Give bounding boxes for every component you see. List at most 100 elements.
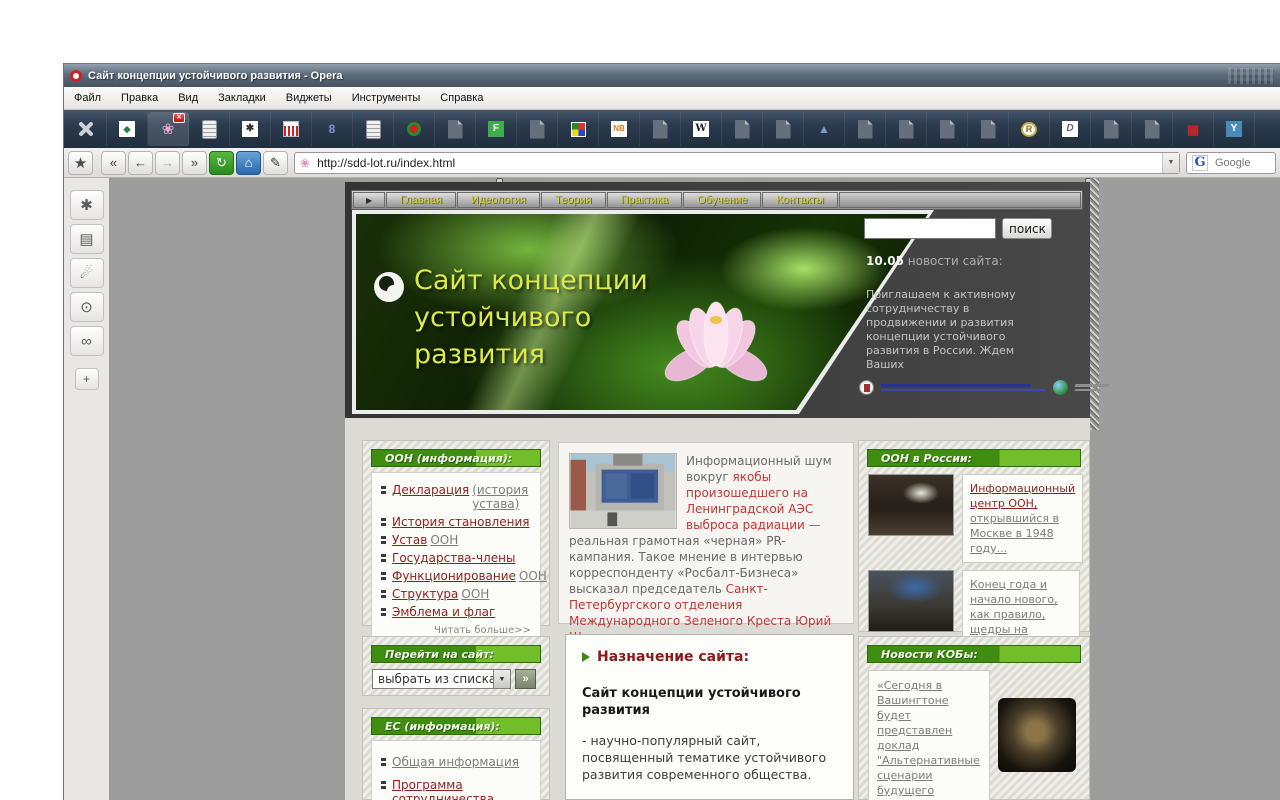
triangle-logo-icon[interactable]: ▲: [804, 112, 845, 146]
purpose-paragraph-1: - научно-популярный сайт, посвященный те…: [582, 732, 837, 783]
partner-logos: [859, 380, 1109, 395]
un-russia-header: ООН в России:: [867, 449, 1081, 467]
address-bar[interactable]: ❀ ▼: [294, 152, 1180, 174]
link-structure[interactable]: СтруктураООН: [381, 587, 531, 601]
link-charter[interactable]: УставООН: [381, 533, 531, 547]
blank-page-icon[interactable]: [927, 112, 968, 146]
partner-text-logo[interactable]: [881, 384, 1046, 391]
tab-ideology[interactable]: Идеология: [457, 192, 540, 208]
blank-page-icon[interactable]: [435, 112, 476, 146]
rewind-button[interactable]: «: [101, 151, 126, 175]
nb-logo-icon[interactable]: NB: [599, 112, 640, 146]
site-news-heading: 10.05 новости сайта:: [866, 254, 1003, 268]
navigation-bar: ★ « ← → » ↻ ⌂ ✎ ❀ ▼ G: [64, 148, 1280, 178]
link-functioning[interactable]: ФункционированиеООН: [381, 569, 531, 583]
person-logo-icon[interactable]: Y: [1214, 112, 1255, 146]
bookmarks-star-button[interactable]: ★: [68, 151, 93, 175]
link-eu-general[interactable]: Общая информация: [381, 755, 531, 769]
fast-forward-button[interactable]: »: [182, 151, 207, 175]
nav-arrow-tab[interactable]: ▶: [353, 192, 385, 208]
color-squares-icon[interactable]: [558, 112, 599, 146]
home-button[interactable]: ⌂: [236, 151, 261, 175]
site-purpose-panel: Назначение сайта: Сайт концепции устойчи…: [565, 634, 854, 800]
r-coin-icon[interactable]: R: [1009, 112, 1050, 146]
menu-widgets[interactable]: Виджеты: [276, 87, 342, 109]
news-photo-npp[interactable]: [569, 453, 677, 529]
site-list-select[interactable]: выбрать из списка...: [372, 669, 494, 689]
meeting-photo[interactable]: [868, 570, 954, 632]
d-logo-icon[interactable]: D: [1050, 112, 1091, 146]
g8-bookmark-icon[interactable]: 8: [312, 112, 353, 146]
monk-image[interactable]: [998, 698, 1076, 772]
forward-button[interactable]: →: [155, 151, 180, 175]
blank-page-icon[interactable]: [763, 112, 804, 146]
gear-bookmark-icon[interactable]: ✱: [230, 112, 271, 146]
menu-help[interactable]: Справка: [430, 87, 493, 109]
tab-education[interactable]: Обучение: [683, 192, 761, 208]
ring-logo-icon[interactable]: [394, 112, 435, 146]
google-search-box[interactable]: G: [1186, 152, 1276, 174]
blank-page-icon[interactable]: [640, 112, 681, 146]
site-search-input[interactable]: [864, 218, 996, 239]
chain-links-icon[interactable]: ∞: [70, 326, 104, 356]
address-input[interactable]: [315, 155, 1162, 171]
bar-chart-bookmark-icon[interactable]: [271, 112, 312, 146]
link-emblem-flag[interactable]: Эмблема и флаг: [381, 605, 531, 619]
link-member-states[interactable]: Государства-члены: [381, 551, 531, 565]
blank-page-icon[interactable]: [1132, 112, 1173, 146]
bullet-icon: [381, 554, 386, 562]
red-building-icon[interactable]: ▦: [1173, 112, 1214, 146]
blank-page-icon[interactable]: [886, 112, 927, 146]
menu-file[interactable]: Файл: [64, 87, 111, 109]
tab-home[interactable]: Главная: [386, 192, 456, 208]
blank-page-icon[interactable]: [722, 112, 763, 146]
tab-practice[interactable]: Практика: [607, 192, 682, 208]
panel-rail: ✱ ▤ ☄ ⊙ ∞ +: [64, 178, 110, 800]
blank-page-icon[interactable]: [1091, 112, 1132, 146]
add-panel-icon[interactable]: +: [75, 368, 99, 390]
gear-icon[interactable]: ✱: [70, 190, 104, 220]
blank-page-icon[interactable]: [517, 112, 558, 146]
back-button[interactable]: ←: [128, 151, 153, 175]
notes-icon[interactable]: ▤: [70, 224, 104, 254]
site-search-button[interactable]: поиск: [1002, 218, 1052, 239]
link-eu-program[interactable]: Программа сотрудничестваЕС-Россия/ТАСИС: [381, 778, 531, 800]
gray-partner-logo[interactable]: [1075, 384, 1109, 391]
eu-info-links: Общая информация Программа сотрудничеств…: [371, 740, 541, 800]
tab-contacts[interactable]: Контакты: [762, 192, 838, 208]
google-search-input[interactable]: [1213, 156, 1270, 170]
reload-button[interactable]: ↻: [209, 151, 234, 175]
news-label: новости сайта:: [904, 254, 1003, 268]
emblem-logo-icon[interactable]: [859, 380, 874, 395]
blank-page-icon[interactable]: [968, 112, 1009, 146]
go-button[interactable]: »: [515, 669, 536, 689]
tab-theory[interactable]: Теория: [541, 192, 606, 208]
compose-button[interactable]: ✎: [263, 151, 288, 175]
green-logo-bookmark-icon[interactable]: ◆: [107, 112, 148, 146]
lotus-site-icon[interactable]: ❀✕: [148, 112, 189, 146]
menu-edit[interactable]: Правка: [111, 87, 168, 109]
f-logo-icon[interactable]: F: [476, 112, 517, 146]
news-date: 10.05: [866, 254, 904, 268]
document-bookmark-icon[interactable]: [353, 112, 394, 146]
globe-logo-icon[interactable]: [1053, 380, 1068, 395]
conference-photo[interactable]: [868, 474, 954, 536]
menu-bookmarks[interactable]: Закладки: [208, 87, 276, 109]
blank-page-icon[interactable]: [845, 112, 886, 146]
link-declaration[interactable]: Декларация(история устава): [381, 483, 531, 511]
wikipedia-icon[interactable]: W: [681, 112, 722, 146]
address-dropdown-button[interactable]: ▼: [1162, 153, 1179, 173]
kob-news-link[interactable]: «Сегодня в Вашингтоне будет представлен …: [877, 679, 980, 800]
read-more-link[interactable]: Читать больше>>: [381, 625, 531, 636]
link-history[interactable]: История становления: [381, 515, 531, 529]
clock-icon[interactable]: ⊙: [70, 292, 104, 322]
select-arrow-button[interactable]: ▼: [494, 669, 511, 689]
close-badge-icon[interactable]: ✕: [173, 113, 185, 123]
menu-view[interactable]: Вид: [168, 87, 208, 109]
satellite-dish-icon[interactable]: ☄: [70, 258, 104, 288]
menu-tools[interactable]: Инструменты: [342, 87, 431, 109]
title-bar[interactable]: Сайт концепции устойчивого развития - Op…: [64, 64, 1280, 87]
tools-icon[interactable]: [66, 112, 107, 146]
un-russia-link-1[interactable]: Информационный центр ООН, открывшийся в …: [962, 474, 1083, 563]
document-bookmark-icon[interactable]: [189, 112, 230, 146]
